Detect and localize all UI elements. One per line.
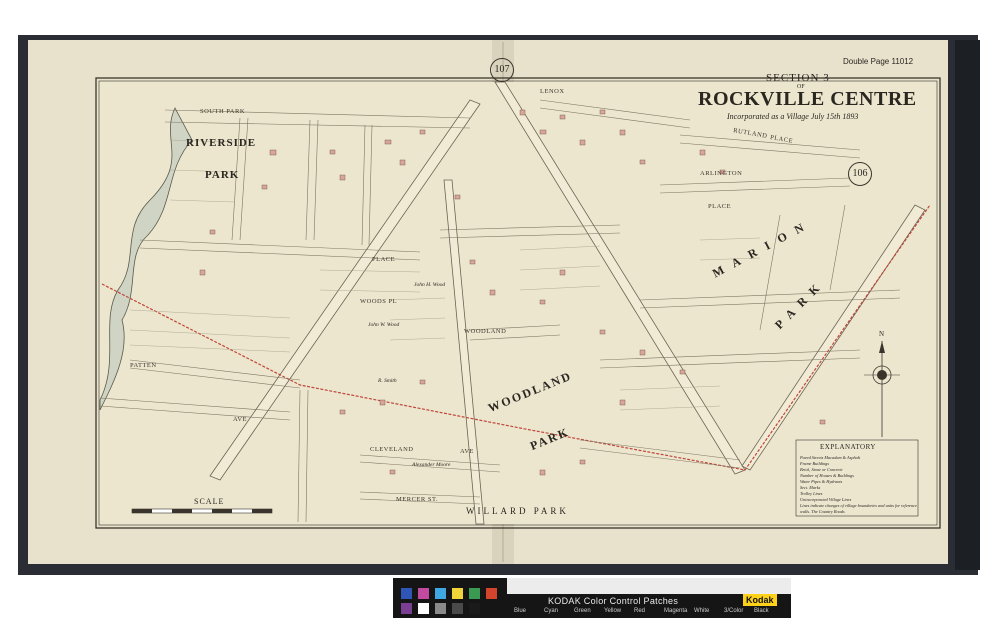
street-cleveland: CLEVELAND	[370, 446, 414, 453]
color-patch	[401, 603, 412, 614]
color-patch	[486, 588, 497, 599]
map-title: ROCKVILLE CENTRE	[698, 88, 917, 110]
street-place: PLACE	[372, 256, 396, 263]
plate-number-107: 107	[490, 58, 514, 82]
color-name: Cyan	[544, 608, 559, 614]
color-patch	[418, 588, 429, 599]
color-name: Blue	[514, 608, 527, 614]
scan-stage: Double Page 11012 SECTION 3 OF ROCKVILLE…	[0, 0, 1000, 618]
street-arlington: ARLINGTON	[700, 170, 743, 177]
color-name: Black	[754, 608, 769, 614]
legend-item: Lines indicate changes of village bounda…	[800, 503, 917, 508]
area-riverside: RIVERSIDE	[186, 137, 257, 149]
street-woodland: WOODLAND	[464, 328, 507, 335]
color-name: 3/Color	[724, 608, 744, 614]
color-patch	[418, 603, 429, 614]
color-name: Red	[634, 608, 646, 614]
color-name: Green	[574, 608, 591, 614]
scale-bar	[131, 508, 273, 514]
area-riverside-park: PARK	[205, 169, 240, 181]
color-bar-title: KODAK Color Control Patches	[548, 596, 679, 606]
color-name: White	[694, 608, 710, 614]
color-name: Yellow	[604, 608, 622, 614]
color-patch	[435, 588, 446, 599]
street-mercer: MERCER ST.	[396, 496, 439, 503]
street-cleveland-ave: AVE	[460, 448, 475, 455]
owner-john-wood: John H. Wood	[414, 282, 446, 288]
legend-item: walls. The Country Roads	[800, 509, 845, 514]
compass-north-label: N	[879, 330, 885, 338]
legend-item: Water Pipes & Hydrants	[800, 479, 843, 484]
legend-item: Brick, Stone or Concrete	[800, 467, 843, 472]
map-subtitle: Incorporated as a Village July 15th 1893	[727, 112, 859, 121]
legend-item: Frame Buildings	[800, 461, 830, 466]
color-patch	[452, 603, 463, 614]
section-label: SECTION 3	[766, 72, 830, 84]
legend-item: Sect. Marks	[800, 485, 821, 490]
street-lenox: LENOX	[540, 88, 565, 95]
color-patch	[435, 603, 446, 614]
owner-john-w-wood: John W. Wood	[368, 322, 400, 328]
street-woods-pl: WOODS PL	[360, 298, 398, 305]
legend-item: Number of Houses & Buildings	[800, 473, 854, 478]
owner-alexander-moore: Alexander Moore	[412, 462, 451, 468]
street-patten: PATTEN	[130, 362, 157, 369]
street-ave: AVE	[233, 416, 248, 423]
street-arlington-place: PLACE	[708, 203, 732, 210]
legend-item: Trolley Lines	[800, 491, 823, 496]
area-willard-park: WILLARD PARK	[466, 506, 569, 516]
legend-item: Paved Streets Macadam & Asphalt	[800, 455, 861, 460]
legend-item: Unincorporated Village Lines	[800, 497, 852, 502]
color-patch	[469, 603, 480, 614]
color-patch	[469, 588, 480, 599]
page-number-label: Double Page 11012	[843, 57, 914, 66]
color-patch	[452, 588, 463, 599]
street-south-park: SOUTH PARK	[200, 108, 246, 115]
owner-r-smith: R. Smith	[378, 378, 397, 384]
kodak-logo: Kodak	[743, 594, 777, 606]
plate-number-106: 106	[848, 162, 872, 186]
color-name: Magenta	[664, 608, 688, 614]
scale-label: SCALE	[194, 497, 225, 506]
legend-title: EXPLANATORY	[820, 443, 876, 451]
color-patch	[401, 588, 412, 599]
